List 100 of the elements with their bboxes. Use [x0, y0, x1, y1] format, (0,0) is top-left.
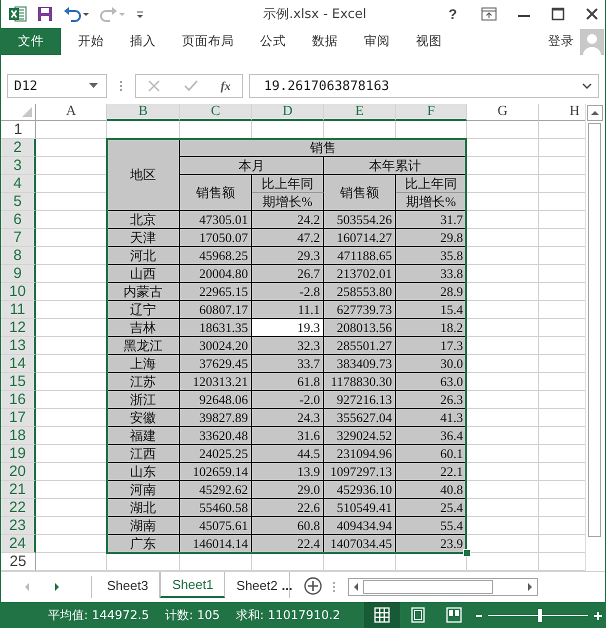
- ribbon-display-icon[interactable]: [481, 7, 497, 21]
- column-header[interactable]: G: [467, 104, 539, 121]
- column-header[interactable]: C: [180, 104, 252, 121]
- row-header[interactable]: 5: [1, 193, 36, 211]
- row-header[interactable]: 23: [1, 517, 36, 535]
- table-cell: 452936.10: [324, 481, 396, 499]
- horizontal-scrollbar[interactable]: [348, 578, 538, 596]
- table-cell: 比上年同: [252, 175, 324, 193]
- row-header[interactable]: 1: [1, 121, 36, 139]
- row-header[interactable]: 20: [1, 463, 36, 481]
- row-header[interactable]: 6: [1, 211, 36, 229]
- row-header[interactable]: 8: [1, 247, 36, 265]
- row-header[interactable]: 18: [1, 427, 36, 445]
- ribbon-tab[interactable]: 数据: [299, 28, 351, 55]
- sign-in-link[interactable]: 登录: [542, 28, 580, 55]
- table-cell: 30.0: [396, 355, 467, 373]
- row-header[interactable]: 22: [1, 499, 36, 517]
- fill-handle[interactable]: [463, 549, 471, 557]
- empty-cell[interactable]: [467, 121, 539, 139]
- formula-field[interactable]: 19.2617063878163: [249, 74, 599, 98]
- table-cell: 本月: [180, 157, 324, 175]
- redo-icon[interactable]: [99, 6, 125, 22]
- ribbon-tab[interactable]: 插入: [117, 28, 169, 55]
- column-header[interactable]: F: [396, 104, 467, 121]
- next-sheet-icon[interactable]: [53, 582, 61, 592]
- select-all-button[interactable]: [1, 104, 36, 121]
- ribbon-tab[interactable]: 开始: [65, 28, 117, 55]
- table-cell: 45968.25: [180, 247, 252, 265]
- splitter-icon[interactable]: [332, 580, 336, 594]
- row-header[interactable]: 16: [1, 391, 36, 409]
- table-cell: 55460.58: [180, 499, 252, 517]
- save-icon[interactable]: [37, 6, 53, 22]
- row-header[interactable]: 7: [1, 229, 36, 247]
- table-cell: 329024.52: [324, 427, 396, 445]
- ribbon-tab[interactable]: 公式: [247, 28, 299, 55]
- table-cell: 期增长%: [396, 193, 467, 211]
- row-header[interactable]: 21: [1, 481, 36, 499]
- row-header[interactable]: 3: [1, 157, 36, 175]
- table-cell: 25.4: [396, 499, 467, 517]
- row-header[interactable]: 19: [1, 445, 36, 463]
- row-header[interactable]: 14: [1, 355, 36, 373]
- empty-cell[interactable]: [252, 553, 324, 571]
- table-cell: 销售额: [324, 175, 396, 211]
- row-header[interactable]: 15: [1, 373, 36, 391]
- table-cell: 503554.26: [324, 211, 396, 229]
- ribbon-tab[interactable]: 审阅: [351, 28, 403, 55]
- chevron-icon[interactable]: [582, 83, 592, 89]
- table-cell: 47.2: [252, 229, 324, 247]
- close-icon[interactable]: [585, 7, 599, 21]
- previous-sheet-icon[interactable]: [23, 582, 31, 592]
- zoom-slider-thumb[interactable]: [538, 608, 542, 622]
- new-sheet-icon[interactable]: [304, 577, 322, 595]
- maximize-icon[interactable]: [551, 7, 565, 21]
- check-icon[interactable]: [184, 79, 198, 93]
- column-header[interactable]: B: [107, 104, 180, 121]
- empty-cell[interactable]: [107, 553, 180, 571]
- column-header[interactable]: H: [539, 104, 585, 121]
- ribbon-tab[interactable]: 视图: [403, 28, 455, 55]
- table-cell: 本年累计: [324, 157, 467, 175]
- table-cell: 期增长%: [252, 193, 324, 211]
- table-cell: 28.9: [396, 283, 467, 301]
- table-cell: 18.2: [396, 319, 467, 337]
- insert-function-button[interactable]: fx: [220, 78, 231, 94]
- column-header[interactable]: A: [36, 104, 107, 121]
- empty-cell[interactable]: [324, 553, 396, 571]
- table-cell: 213702.01: [324, 265, 396, 283]
- scroll-up-icon[interactable]: [586, 105, 602, 121]
- sheet-tab[interactable]: Sheet1: [160, 572, 226, 598]
- more-icon[interactable]: [119, 79, 123, 93]
- table-cell: 258553.80: [324, 283, 396, 301]
- column-header[interactable]: E: [324, 104, 396, 121]
- normal-view-button[interactable]: [364, 602, 400, 628]
- avatar-icon[interactable]: [580, 28, 604, 54]
- cancel-icon[interactable]: [147, 79, 162, 93]
- empty-cell[interactable]: [180, 553, 252, 571]
- table-cell: 吉林: [107, 319, 180, 337]
- row-header[interactable]: 9: [1, 265, 36, 283]
- row-header[interactable]: 4: [1, 175, 36, 193]
- row-header[interactable]: 11: [1, 301, 36, 319]
- row-header[interactable]: 25: [1, 553, 36, 571]
- table-cell: 37629.45: [180, 355, 252, 373]
- table-cell: 北京: [107, 211, 180, 229]
- ribbon-tab[interactable]: 页面布局: [169, 28, 247, 55]
- file-tab[interactable]: 文件: [1, 28, 61, 55]
- help-button[interactable]: ?: [444, 6, 461, 22]
- table-cell: 1178830.30: [324, 373, 396, 391]
- table-cell: 天津: [107, 229, 180, 247]
- row-header[interactable]: 13: [1, 337, 36, 355]
- vertical-scrollbar[interactable]: [585, 104, 603, 571]
- undo-icon[interactable]: [63, 6, 89, 22]
- table-cell: 26.7: [252, 265, 324, 283]
- table-cell: -2.8: [252, 283, 324, 301]
- row-header[interactable]: 17: [1, 409, 36, 427]
- table-cell: 60807.17: [180, 301, 252, 319]
- row-header[interactable]: 2: [1, 139, 36, 157]
- row-header[interactable]: 12: [1, 319, 36, 337]
- row-header[interactable]: 24: [1, 535, 36, 553]
- name-box[interactable]: D12: [7, 74, 107, 98]
- row-header[interactable]: 10: [1, 283, 36, 301]
- column-header[interactable]: D: [252, 104, 324, 121]
